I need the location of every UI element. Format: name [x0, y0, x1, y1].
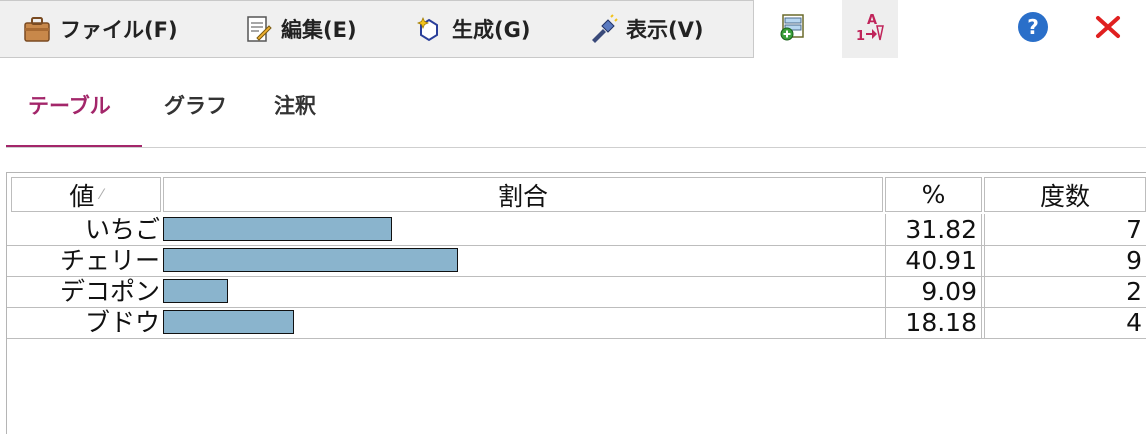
sparkle-generate-icon — [414, 14, 444, 44]
table-row[interactable]: いちご 31.82 7 — [7, 214, 1146, 245]
tab-graph[interactable]: グラフ — [164, 90, 227, 120]
ratio-cell — [163, 276, 883, 307]
tab-bar: テーブル グラフ 注釈 — [6, 58, 1146, 150]
frequency-cell: 2 — [984, 276, 1146, 307]
menu-edit[interactable]: 編集(E) — [243, 1, 357, 57]
ratio-bar — [163, 279, 228, 303]
percent-cell: 31.82 — [885, 214, 982, 245]
svg-text:?: ? — [1027, 15, 1039, 39]
row-value-label: いちご — [84, 215, 160, 244]
column-header-ratio[interactable]: 割合 — [163, 177, 883, 212]
help-icon: ? — [1016, 10, 1050, 48]
percent-cell: 18.18 — [885, 307, 982, 338]
tab-notes[interactable]: 注釈 — [274, 90, 316, 120]
frequency-cell: 7 — [984, 214, 1146, 245]
menu-view-label: 表示(V) — [626, 18, 704, 42]
tab-divider — [6, 147, 1146, 148]
svg-text:1: 1 — [856, 29, 865, 44]
tab-table[interactable]: テーブル — [28, 90, 111, 120]
toolbar: ファイル(F) 編集(E) 生成(G) 表示(V) A 1 ? — [0, 0, 1146, 58]
frequency-cell: 9 — [984, 245, 1146, 276]
add-table-icon — [777, 12, 807, 46]
column-header-value-label: 値 — [69, 181, 95, 211]
svg-text:A: A — [867, 13, 877, 28]
sort-indicator-icon: ⁄ — [100, 186, 103, 203]
column-header-percent[interactable]: % — [885, 177, 982, 212]
add-table-button[interactable] — [766, 0, 818, 58]
row-value-label: デコポン — [59, 277, 160, 306]
table-row[interactable]: ブドウ 18.18 4 — [7, 307, 1146, 338]
ratio-bar — [163, 248, 458, 272]
close-button[interactable] — [1082, 0, 1134, 58]
menu-edit-label: 編集(E) — [281, 18, 357, 42]
ratio-bar — [163, 217, 392, 241]
sort-button[interactable]: A 1 — [842, 0, 898, 58]
row-separator — [7, 338, 1146, 339]
percent-cell: 40.91 — [885, 245, 982, 276]
ratio-bar — [163, 310, 294, 334]
column-header-value[interactable]: 値 ⁄ — [11, 177, 161, 212]
ratio-cell — [163, 245, 883, 276]
percent-cell: 9.09 — [885, 276, 982, 307]
table-row[interactable]: チェリー 40.91 9 — [7, 245, 1146, 276]
briefcase-icon — [22, 14, 52, 44]
help-button[interactable]: ? — [1008, 0, 1058, 58]
row-value-label: ブドウ — [84, 308, 160, 337]
sort-az-icon: A 1 — [853, 10, 887, 48]
ratio-cell — [163, 307, 883, 338]
menu-file-label: ファイル(F) — [60, 18, 178, 42]
menu-generate[interactable]: 生成(G) — [414, 1, 530, 57]
menu-generate-label: 生成(G) — [452, 18, 531, 42]
frequency-table: 値 ⁄ 割合 % 度数 いちご 31.82 7 チェリー 40.91 9 デコポン 9.09 2 ブ… — [6, 172, 1146, 434]
row-value-label: チェリー — [59, 246, 160, 275]
flashlight-icon — [588, 14, 618, 44]
frequency-cell: 4 — [984, 307, 1146, 338]
edit-document-icon — [243, 14, 273, 44]
menu-view[interactable]: 表示(V) — [588, 1, 703, 57]
menu-file[interactable]: ファイル(F) — [22, 1, 178, 57]
column-header-frequency[interactable]: 度数 — [984, 177, 1146, 212]
close-icon — [1093, 12, 1123, 46]
ratio-cell — [163, 214, 883, 245]
menu-bar: ファイル(F) 編集(E) 生成(G) 表示(V) — [0, 0, 754, 58]
table-row[interactable]: デコポン 9.09 2 — [7, 276, 1146, 307]
